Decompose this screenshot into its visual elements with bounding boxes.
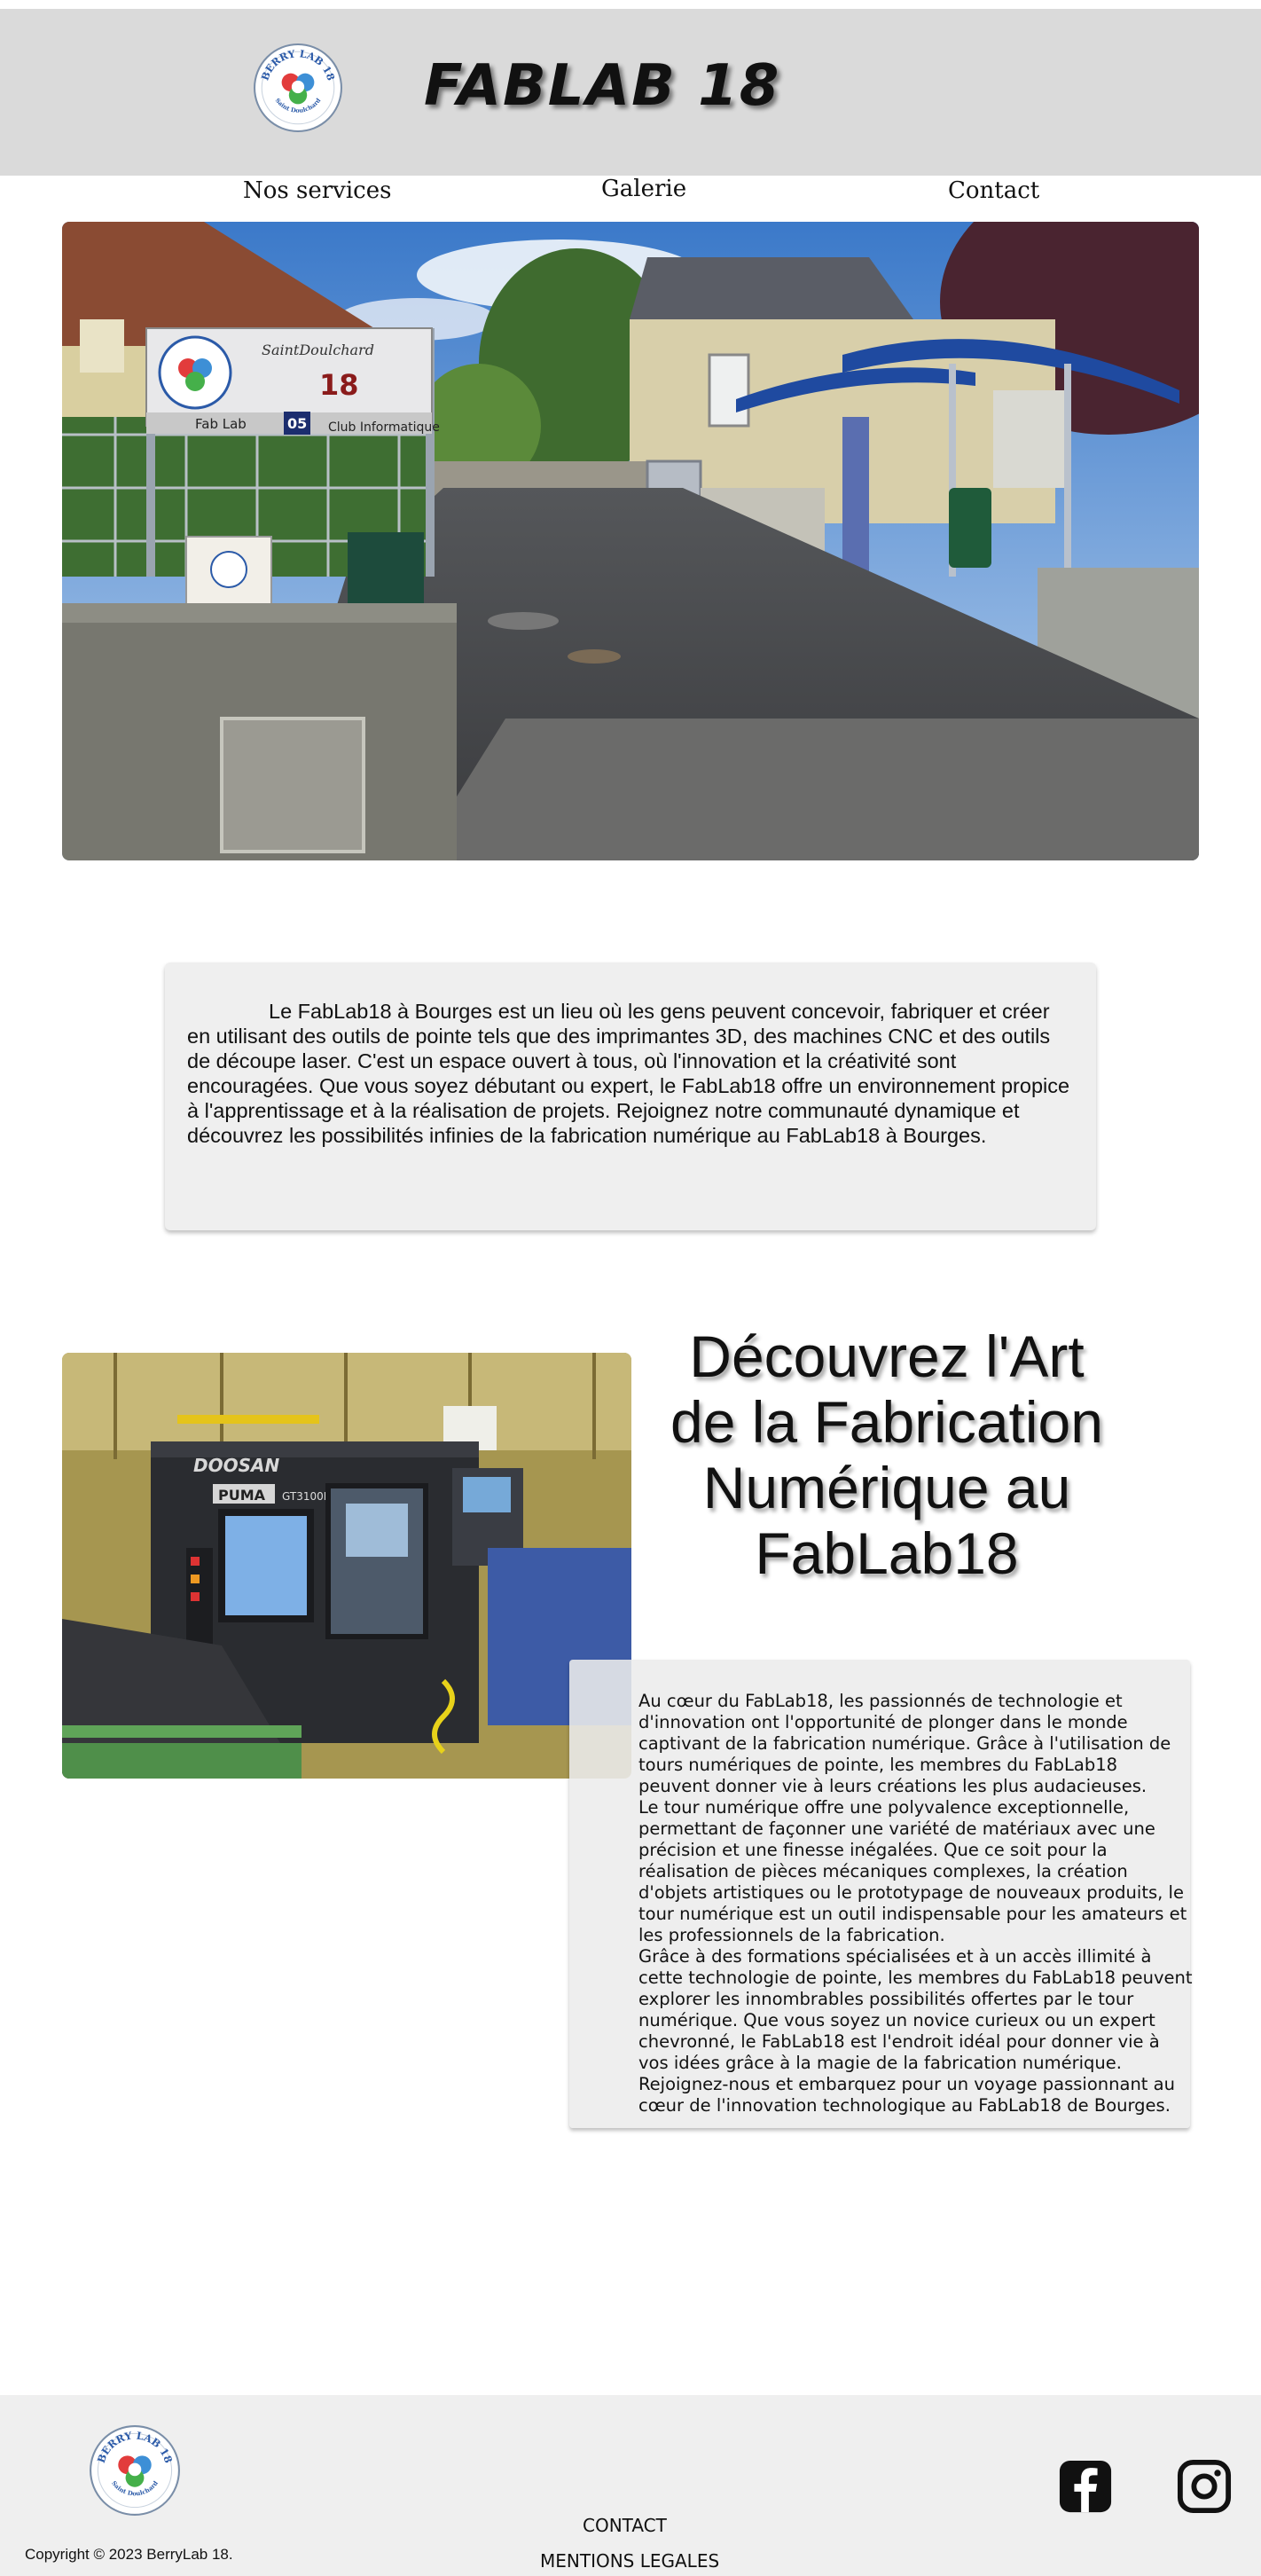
machine-model: PUMA (218, 1487, 266, 1504)
hero-sign-fablab: Fab Lab (195, 416, 247, 432)
description-paragraph-3: Grâce à des formations spécialisées et à… (638, 1946, 1193, 2116)
instagram-icon[interactable] (1177, 2459, 1232, 2514)
nav-contact[interactable]: Contact (948, 177, 1039, 204)
footer-berrylab-logo[interactable]: BERRY LAB 18 Saint Doulchard (89, 2424, 181, 2517)
svg-text:18: 18 (319, 368, 359, 402)
footer-mentions-legales-link[interactable]: MENTIONS LEGALES (540, 2550, 719, 2572)
section-title: Découvrez l'Art de la Fabrication Numéri… (656, 1323, 1117, 1586)
section-title-line-1: Découvrez l'Art (689, 1323, 1085, 1389)
hero-sign-number: 05 (287, 415, 307, 432)
hero-photo-fablab-entrance: SaintDoulchard 18 Fab Lab 05 Club Inform… (62, 222, 1199, 860)
site-title: FABLAB 18 (424, 53, 781, 119)
copyright-text: Copyright © 2023 BerryLab 18. (25, 2546, 233, 2563)
description-text: Au cœur du FabLab18, les passionnés de t… (638, 1691, 1193, 2117)
section-title-line-4: FabLab18 (755, 1520, 1019, 1586)
description-paragraph-1: Au cœur du FabLab18, les passionnés de t… (638, 1691, 1171, 1796)
intro-text: Le FabLab18 à Bourges est un lieu où les… (187, 1000, 1070, 1147)
footer-contact-link[interactable]: CONTACT (583, 2515, 667, 2536)
facebook-icon[interactable] (1058, 2459, 1113, 2514)
machine-brand: DOOSAN (193, 1455, 279, 1476)
nav-nos-services[interactable]: Nos services (243, 177, 391, 204)
machine-model-code: GT3100L (282, 1490, 330, 1503)
berrylab-logo[interactable]: BERRY LAB 18 Saint Doulchard (253, 43, 343, 133)
nav-galerie[interactable]: Galerie (601, 176, 686, 202)
hero-sign-brand: SaintDoulchard (262, 342, 374, 358)
hero-sign-club: Club Informatique (328, 420, 440, 435)
cnc-lathe-photo: DOOSAN PUMA GT3100L (62, 1353, 631, 1779)
description-paragraph-2: Le tour numérique offre une polyvalence … (638, 1797, 1187, 1945)
section-title-line-3: Numérique au (702, 1455, 1071, 1520)
section-title-line-2: de la Fabrication (670, 1389, 1103, 1455)
